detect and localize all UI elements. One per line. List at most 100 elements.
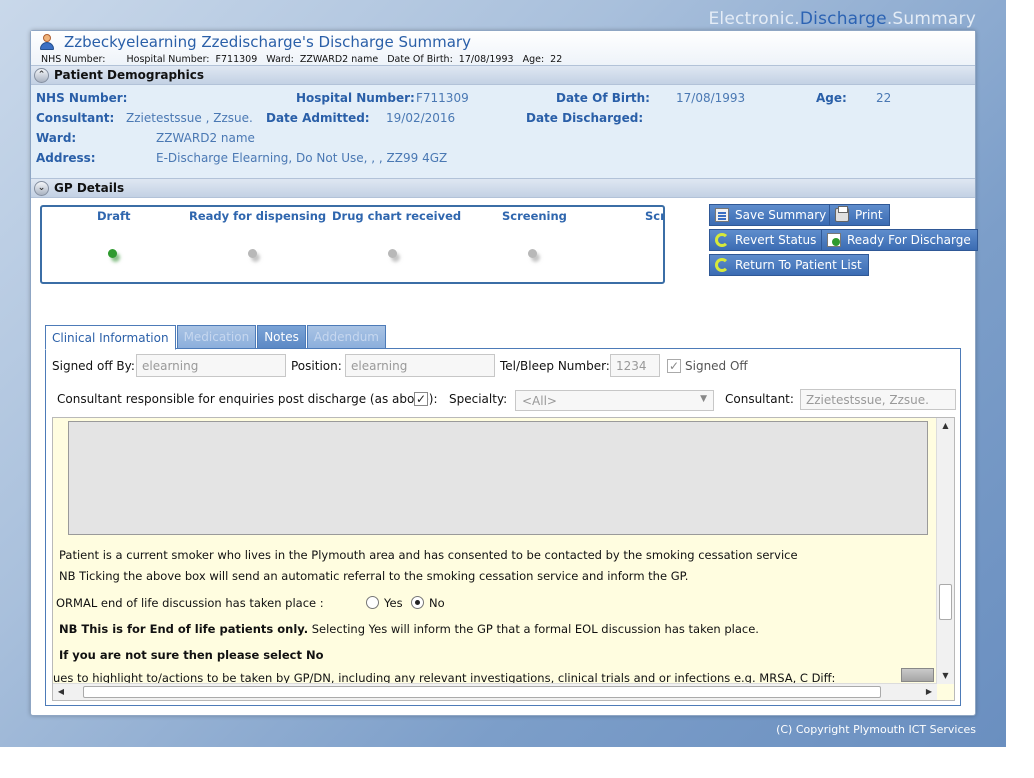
text-area-disabled	[68, 421, 928, 535]
return-label: Return To Patient List	[735, 258, 862, 272]
demo-consultant-label: Consultant:	[36, 111, 115, 125]
ward-label: Ward:	[266, 54, 294, 65]
signed-off-checkbox[interactable]: ✓	[667, 359, 681, 373]
consultant-responsible-checkbox[interactable]: ✓	[414, 392, 428, 406]
step-label-drug-chart: Drug chart received	[332, 209, 462, 223]
revert-status-button[interactable]: Revert Status	[709, 229, 824, 251]
eol-note-bold: NB This is for End of life patients only…	[59, 622, 309, 636]
revert-status-label: Revert Status	[735, 233, 817, 247]
smoker-consent-text: Patient is a current smoker who lives in…	[59, 548, 798, 562]
step-label-draft: Draft	[97, 209, 131, 223]
brand-logo: Electronic.Discharge.Summary	[708, 9, 976, 29]
demo-hospital-value: F711309	[416, 91, 469, 105]
demo-ward-value: ZZWARD2 name	[156, 131, 255, 145]
discharge-icon	[827, 233, 841, 247]
tel-bleep-field[interactable]: 1234	[610, 354, 660, 377]
tab-clinical-information[interactable]: Clinical Information	[45, 325, 176, 350]
chevron-down-icon[interactable]: ⌄	[34, 180, 49, 196]
demo-discharged-label: Date Discharged:	[526, 111, 644, 125]
demo-ward-label: Ward:	[36, 131, 77, 145]
age-value: 22	[550, 54, 563, 65]
horizontal-scroll-thumb[interactable]	[83, 686, 881, 698]
step-label-screening: Screening	[502, 209, 567, 223]
patient-subinfo: NHS Number: Hospital Number: F711309 Ward…	[39, 54, 967, 65]
consultant-field[interactable]: Zzietestssue, Zzsue.	[800, 389, 956, 410]
vertical-scrollbar[interactable]: ▲ ▼	[936, 418, 954, 684]
demo-consultant-value: Zzietestssue , Zzsue.	[126, 111, 253, 125]
horizontal-scrollbar[interactable]: ◀ ▶	[53, 683, 937, 700]
copyright-footer: (C) Copyright Plymouth ICT Services	[776, 723, 976, 736]
step-label-ready-dispensing: Ready for dispensing	[189, 209, 327, 223]
chevron-up-icon[interactable]: ⌃	[34, 67, 49, 83]
hospital-number-label: Hospital Number:	[126, 54, 210, 65]
clinical-information-panel: Signed off By: elearning Position: elear…	[45, 348, 961, 706]
print-button[interactable]: Print	[829, 204, 890, 226]
tab-medication[interactable]: Medication	[176, 325, 257, 348]
tab-addendum[interactable]: Addendum	[306, 325, 386, 348]
ward-value: ZZWARD2 name	[299, 54, 379, 65]
eol-no-radio[interactable]	[411, 596, 424, 609]
eol-no-label: No	[429, 596, 445, 610]
step-label-scr: Scr	[645, 209, 665, 223]
brand-part-electronic: Electronic.	[708, 9, 800, 29]
ready-for-discharge-label: Ready For Discharge	[847, 233, 971, 247]
tel-bleep-label: Tel/Bleep Number:	[500, 359, 610, 373]
gp-details-header[interactable]: ⌄ GP Details	[31, 178, 975, 198]
demo-nhs-label: NHS Number:	[36, 91, 128, 105]
demo-dob-label: Date Of Birth:	[556, 91, 650, 105]
specialty-select[interactable]: <All> ▼	[515, 390, 714, 411]
eol-yes-radio[interactable]	[366, 596, 379, 609]
dob-label: Date Of Birth:	[387, 54, 453, 65]
nhs-label: NHS Number:	[41, 54, 106, 65]
summary-window: Zzbeckyelearning Zzedischarge's Discharg…	[30, 30, 978, 716]
status-stepper: Draft Ready for dispensing Drug chart re…	[40, 205, 665, 284]
return-icon	[715, 258, 729, 272]
patient-demographics-header[interactable]: ⌃ Patient Demographics	[31, 65, 975, 85]
unsure-note: If you are not sure then please select N…	[59, 648, 324, 662]
eol-note-rest: Selecting Yes will inform the GP that a …	[308, 622, 759, 636]
status-dot-screening	[528, 249, 537, 258]
signed-off-label: Signed Off	[685, 359, 748, 373]
eol-note: NB This is for End of life patients only…	[59, 622, 759, 636]
scroll-left-arrow-icon[interactable]: ◀	[53, 684, 69, 700]
scroll-right-arrow-icon[interactable]: ▶	[921, 684, 937, 700]
demo-address-value: E-Discharge Elearning, Do Not Use, , , Z…	[156, 151, 448, 165]
page-title: Zzbeckyelearning Zzedischarge's Discharg…	[64, 33, 471, 51]
return-to-patient-list-button[interactable]: Return To Patient List	[709, 254, 869, 276]
save-summary-button[interactable]: Save Summary	[709, 204, 834, 226]
signed-off-by-field[interactable]: elearning	[136, 354, 286, 377]
hospital-number-value: F711309	[215, 54, 258, 65]
status-dot-ready-dispensing	[248, 249, 257, 258]
consultant-responsible-label: Consultant responsible for enquiries pos…	[57, 392, 438, 406]
status-dot-drug-chart	[388, 249, 397, 258]
section-title: GP Details	[54, 181, 125, 195]
demo-address-label: Address:	[36, 151, 96, 165]
spell-check-button[interactable]	[901, 668, 934, 682]
position-field[interactable]: elearning	[345, 354, 495, 377]
scroll-up-arrow-icon[interactable]: ▲	[937, 418, 954, 434]
demo-hospital-label: Hospital Number:	[296, 91, 415, 105]
dob-value: 17/08/1993	[458, 54, 514, 65]
ready-for-discharge-button[interactable]: Ready For Discharge	[821, 229, 978, 251]
demo-age-label: Age:	[816, 91, 847, 105]
eol-yes-label: Yes	[384, 596, 403, 610]
title-bar: Zzbeckyelearning Zzedischarge's Discharg…	[31, 31, 975, 65]
vertical-scroll-thumb[interactable]	[939, 584, 952, 620]
save-summary-label: Save Summary	[735, 208, 827, 222]
status-dot-draft	[108, 249, 117, 258]
demo-admitted-label: Date Admitted:	[266, 111, 370, 125]
demo-age-value: 22	[876, 91, 892, 105]
consultant-label: Consultant:	[725, 392, 794, 406]
brand-part-discharge: Discharge	[799, 9, 887, 29]
age-label: Age:	[522, 54, 545, 65]
position-label: Position:	[291, 359, 342, 373]
tab-notes[interactable]: Notes	[257, 325, 306, 348]
clinical-content-scroll-area[interactable]: Patient is a current smoker who lives in…	[52, 417, 955, 701]
printer-icon	[835, 206, 849, 222]
scroll-down-arrow-icon[interactable]: ▼	[937, 668, 954, 684]
undo-icon	[715, 233, 729, 247]
brand-part-summary: .Summary	[886, 9, 976, 29]
demo-dob-value: 17/08/1993	[676, 91, 746, 105]
section-title: Patient Demographics	[54, 68, 204, 82]
status-area: Draft Ready for dispensing Drug chart re…	[31, 198, 978, 318]
